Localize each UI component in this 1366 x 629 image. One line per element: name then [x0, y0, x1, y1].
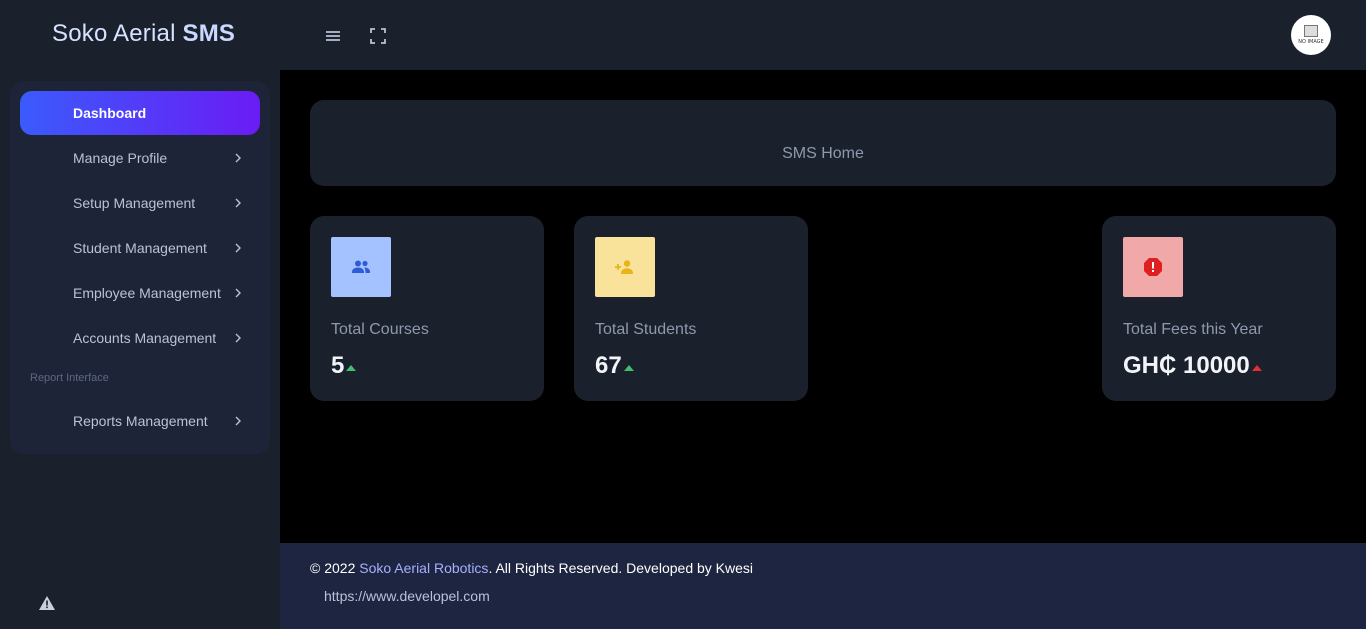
- people-icon: [331, 237, 391, 297]
- sidebar-item-employee-management[interactable]: Employee Management: [20, 271, 260, 315]
- chevron-right-icon: [235, 288, 241, 298]
- trend-up-icon: [1251, 365, 1262, 371]
- stat-card-total-fees: Total Fees this Year GH₵ 10000: [1102, 216, 1336, 401]
- alert-icon: [1123, 237, 1183, 297]
- stat-value: 5: [331, 352, 357, 380]
- brand-name: Soko Aerial: [52, 20, 176, 47]
- sidebar-item-label: Reports Management: [73, 413, 208, 429]
- brand-name-bold: SMS: [182, 20, 236, 47]
- trend-up-icon: [623, 365, 634, 371]
- sidebar-item-label: Manage Profile: [73, 150, 168, 166]
- stat-card-total-students: Total Students 67: [574, 216, 808, 401]
- developer-link[interactable]: https://www.developel.com: [324, 588, 490, 604]
- top-navbar: Soko Aerial SMS NO IMAGE: [0, 0, 1366, 70]
- sidebar-item-manage-profile[interactable]: Manage Profile: [20, 136, 260, 180]
- warning-icon[interactable]: [38, 595, 56, 611]
- sidebar-item-label: Accounts Management: [73, 330, 217, 346]
- brand-logo[interactable]: Soko Aerial SMS: [52, 20, 235, 48]
- stat-title: Total Fees this Year: [1123, 321, 1263, 338]
- sidebar-item-reports-management[interactable]: Reports Management: [20, 399, 260, 443]
- chevron-right-icon: [235, 333, 241, 343]
- fullscreen-icon[interactable]: [366, 24, 390, 48]
- stat-title: Total Courses: [331, 321, 429, 338]
- company-link[interactable]: Soko Aerial Robotics: [359, 560, 488, 576]
- chevron-right-icon: [235, 416, 241, 426]
- user-avatar[interactable]: NO IMAGE: [1291, 15, 1331, 55]
- sidebar: Dashboard Manage Profile Setup Managemen…: [10, 81, 270, 454]
- chevron-right-icon: [235, 198, 241, 208]
- footer: © 2022 Soko Aerial Robotics. All Rights …: [280, 543, 1366, 629]
- sidebar-item-label: Setup Management: [73, 195, 196, 211]
- sidebar-section-label: Report Interface: [30, 372, 109, 384]
- sidebar-item-accounts-management[interactable]: Accounts Management: [20, 316, 260, 360]
- avatar-placeholder-text: NO IMAGE: [1298, 39, 1324, 45]
- sidebar-item-label: Student Management: [73, 240, 207, 256]
- sidebar-item-student-management[interactable]: Student Management: [20, 226, 260, 270]
- breadcrumb-title: SMS Home: [782, 145, 864, 162]
- sidebar-item-dashboard[interactable]: Dashboard: [20, 91, 260, 135]
- stat-value: 67: [595, 352, 634, 380]
- trend-up-icon: [346, 365, 357, 371]
- sidebar-item-label: Employee Management: [73, 285, 221, 301]
- image-placeholder-icon: [1304, 25, 1318, 37]
- stat-card-total-courses: Total Courses 5: [310, 216, 544, 401]
- sidebar-item-label: Dashboard: [73, 105, 147, 121]
- menu-icon[interactable]: [321, 24, 345, 48]
- stat-value: GH₵ 10000: [1123, 352, 1262, 380]
- chevron-right-icon: [235, 243, 241, 253]
- sidebar-item-setup-management[interactable]: Setup Management: [20, 181, 260, 225]
- add-person-icon: [595, 237, 655, 297]
- chevron-right-icon: [235, 153, 241, 163]
- breadcrumb: SMS Home: [310, 100, 1336, 186]
- stat-title: Total Students: [595, 321, 697, 338]
- footer-copyright: © 2022 Soko Aerial Robotics. All Rights …: [310, 560, 754, 576]
